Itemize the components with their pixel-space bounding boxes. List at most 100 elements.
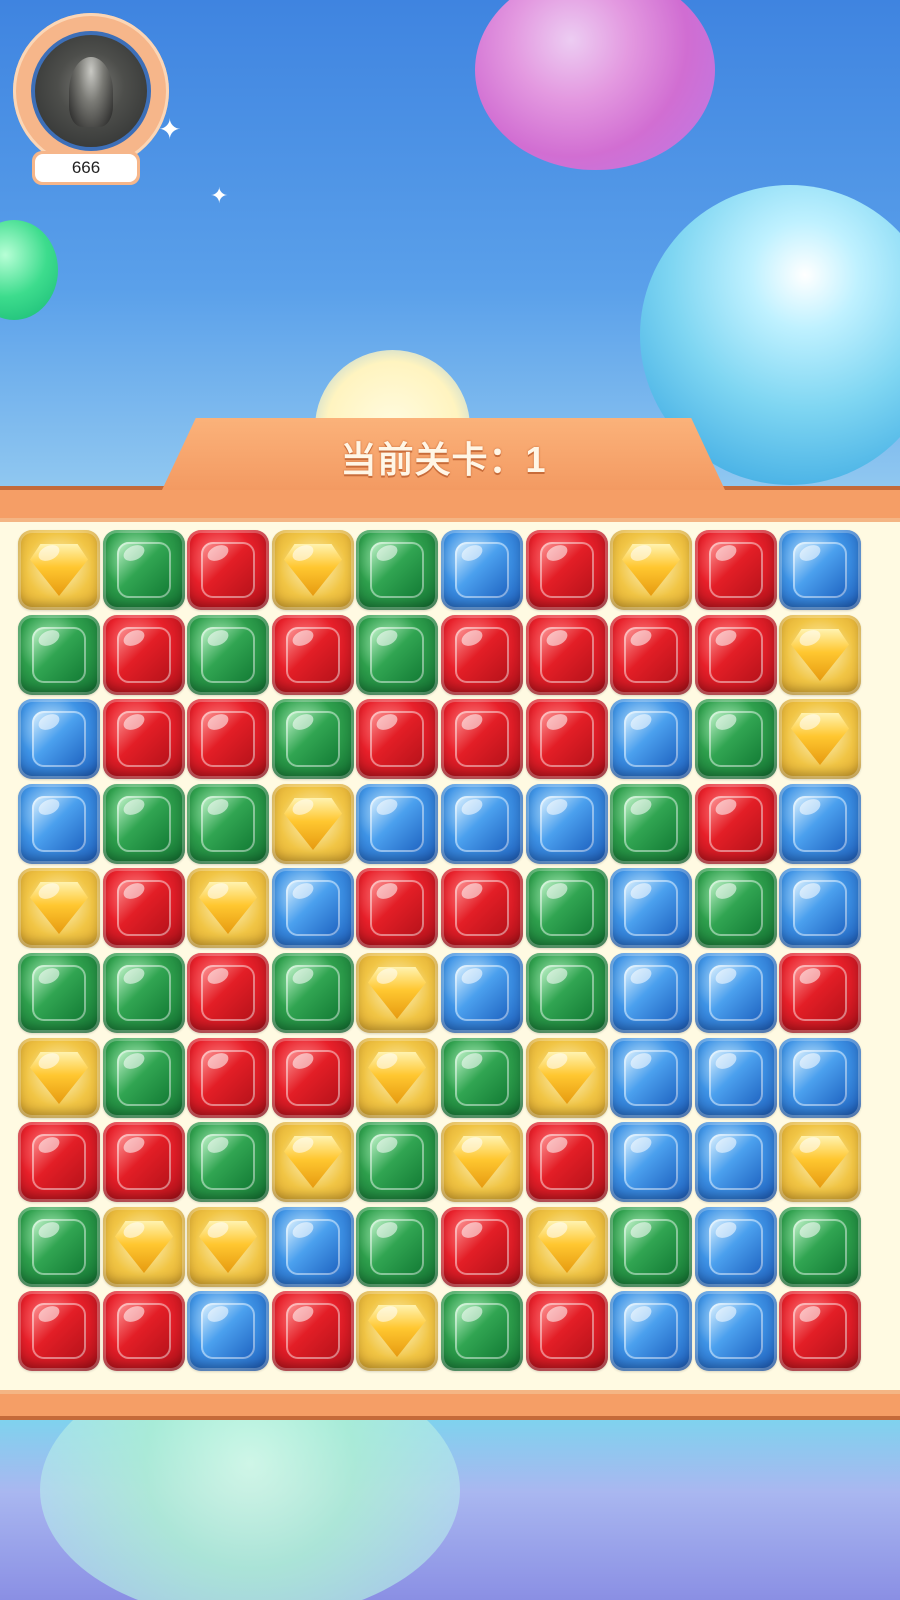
blue-gem-tile[interactable]: [441, 530, 523, 610]
yellow-gem-tile[interactable]: [779, 615, 861, 695]
green-gem-tile[interactable]: [526, 953, 608, 1033]
red-gem-tile[interactable]: [356, 868, 438, 948]
yellow-gem-tile[interactable]: [610, 530, 692, 610]
green-gem-tile[interactable]: [695, 699, 777, 779]
blue-gem-tile[interactable]: [610, 953, 692, 1033]
green-gem-tile[interactable]: [610, 784, 692, 864]
green-gem-tile[interactable]: [441, 1038, 523, 1118]
red-gem-tile[interactable]: [103, 1291, 185, 1371]
green-gem-tile[interactable]: [187, 615, 269, 695]
red-gem-tile[interactable]: [526, 615, 608, 695]
red-gem-tile[interactable]: [272, 615, 354, 695]
green-gem-tile[interactable]: [695, 868, 777, 948]
red-gem-tile[interactable]: [103, 868, 185, 948]
red-gem-tile[interactable]: [356, 699, 438, 779]
red-gem-tile[interactable]: [526, 1291, 608, 1371]
green-gem-tile[interactable]: [103, 1038, 185, 1118]
blue-gem-tile[interactable]: [695, 1122, 777, 1202]
red-gem-tile[interactable]: [187, 1038, 269, 1118]
red-gem-tile[interactable]: [441, 699, 523, 779]
yellow-gem-tile[interactable]: [187, 1207, 269, 1287]
red-gem-tile[interactable]: [103, 1122, 185, 1202]
blue-gem-tile[interactable]: [779, 784, 861, 864]
yellow-gem-tile[interactable]: [103, 1207, 185, 1287]
green-gem-tile[interactable]: [103, 530, 185, 610]
red-gem-tile[interactable]: [610, 615, 692, 695]
yellow-gem-tile[interactable]: [187, 868, 269, 948]
blue-gem-tile[interactable]: [610, 1038, 692, 1118]
red-gem-tile[interactable]: [187, 699, 269, 779]
blue-gem-tile[interactable]: [695, 1207, 777, 1287]
green-gem-tile[interactable]: [272, 953, 354, 1033]
red-gem-tile[interactable]: [779, 1291, 861, 1371]
blue-gem-tile[interactable]: [779, 1038, 861, 1118]
yellow-gem-tile[interactable]: [441, 1122, 523, 1202]
blue-gem-tile[interactable]: [695, 953, 777, 1033]
red-gem-tile[interactable]: [441, 868, 523, 948]
green-gem-tile[interactable]: [103, 953, 185, 1033]
blue-gem-tile[interactable]: [272, 868, 354, 948]
green-gem-tile[interactable]: [187, 784, 269, 864]
yellow-gem-tile[interactable]: [779, 1122, 861, 1202]
blue-gem-tile[interactable]: [610, 699, 692, 779]
green-gem-tile[interactable]: [18, 615, 100, 695]
green-gem-tile[interactable]: [779, 1207, 861, 1287]
red-gem-tile[interactable]: [441, 1207, 523, 1287]
red-gem-tile[interactable]: [103, 615, 185, 695]
red-gem-tile[interactable]: [441, 615, 523, 695]
red-gem-tile[interactable]: [18, 1122, 100, 1202]
green-gem-tile[interactable]: [356, 1207, 438, 1287]
yellow-gem-tile[interactable]: [18, 868, 100, 948]
green-gem-tile[interactable]: [441, 1291, 523, 1371]
player-avatar[interactable]: [31, 31, 151, 151]
red-gem-tile[interactable]: [526, 530, 608, 610]
green-gem-tile[interactable]: [187, 1122, 269, 1202]
red-gem-tile[interactable]: [187, 530, 269, 610]
blue-gem-tile[interactable]: [526, 784, 608, 864]
blue-gem-tile[interactable]: [18, 699, 100, 779]
blue-gem-tile[interactable]: [779, 868, 861, 948]
blue-gem-tile[interactable]: [695, 1291, 777, 1371]
yellow-gem-tile[interactable]: [272, 784, 354, 864]
green-gem-tile[interactable]: [610, 1207, 692, 1287]
yellow-gem-tile[interactable]: [356, 1038, 438, 1118]
red-gem-tile[interactable]: [526, 699, 608, 779]
yellow-gem-tile[interactable]: [526, 1038, 608, 1118]
red-gem-tile[interactable]: [272, 1038, 354, 1118]
yellow-gem-tile[interactable]: [356, 953, 438, 1033]
blue-gem-tile[interactable]: [610, 1122, 692, 1202]
blue-gem-tile[interactable]: [441, 953, 523, 1033]
green-gem-tile[interactable]: [18, 1207, 100, 1287]
green-gem-tile[interactable]: [356, 615, 438, 695]
yellow-gem-tile[interactable]: [272, 530, 354, 610]
blue-gem-tile[interactable]: [695, 1038, 777, 1118]
blue-gem-tile[interactable]: [187, 1291, 269, 1371]
yellow-gem-tile[interactable]: [356, 1291, 438, 1371]
blue-gem-tile[interactable]: [441, 784, 523, 864]
green-gem-tile[interactable]: [356, 1122, 438, 1202]
yellow-gem-tile[interactable]: [18, 530, 100, 610]
yellow-gem-tile[interactable]: [18, 1038, 100, 1118]
red-gem-tile[interactable]: [695, 530, 777, 610]
green-gem-tile[interactable]: [526, 868, 608, 948]
red-gem-tile[interactable]: [103, 699, 185, 779]
red-gem-tile[interactable]: [18, 1291, 100, 1371]
red-gem-tile[interactable]: [695, 784, 777, 864]
green-gem-tile[interactable]: [103, 784, 185, 864]
red-gem-tile[interactable]: [695, 615, 777, 695]
red-gem-tile[interactable]: [187, 953, 269, 1033]
green-gem-tile[interactable]: [272, 699, 354, 779]
red-gem-tile[interactable]: [272, 1291, 354, 1371]
green-gem-tile[interactable]: [18, 953, 100, 1033]
blue-gem-tile[interactable]: [272, 1207, 354, 1287]
blue-gem-tile[interactable]: [356, 784, 438, 864]
red-gem-tile[interactable]: [526, 1122, 608, 1202]
yellow-gem-tile[interactable]: [779, 699, 861, 779]
yellow-gem-tile[interactable]: [272, 1122, 354, 1202]
red-gem-tile[interactable]: [779, 953, 861, 1033]
yellow-gem-tile[interactable]: [526, 1207, 608, 1287]
blue-gem-tile[interactable]: [779, 530, 861, 610]
blue-gem-tile[interactable]: [18, 784, 100, 864]
green-gem-tile[interactable]: [356, 530, 438, 610]
blue-gem-tile[interactable]: [610, 1291, 692, 1371]
